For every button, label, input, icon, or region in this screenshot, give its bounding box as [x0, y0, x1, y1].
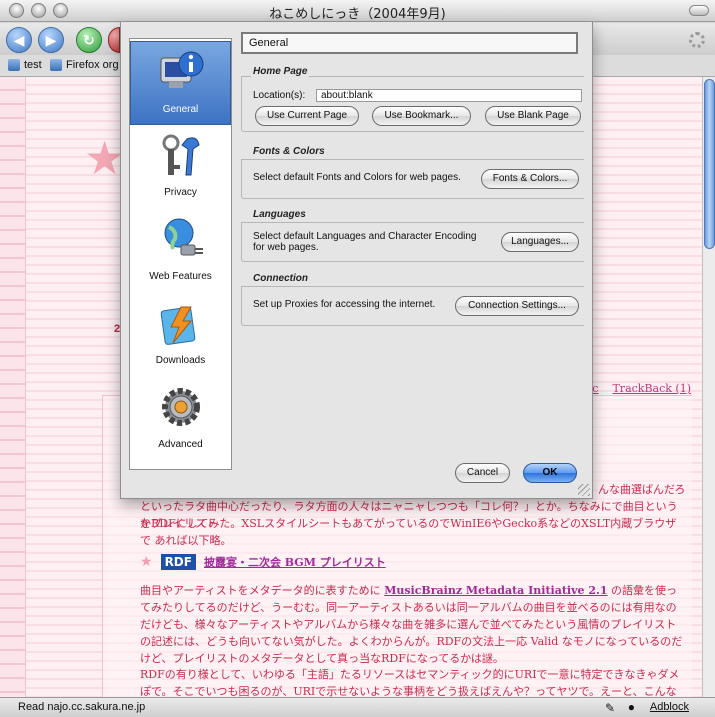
preferences-sheet: General Privacy Web Features Downloads A…	[120, 22, 593, 499]
throbber-icon	[689, 32, 705, 48]
window-title: ねこめしにっき（2004年9月)	[269, 7, 446, 22]
connection-description: Set up Proxies for accessing the interne…	[253, 299, 436, 310]
star-bullet-icon: ★	[140, 553, 153, 569]
connection-group-title: Connection	[251, 273, 310, 284]
forward-arrow-icon: ▶	[45, 31, 57, 48]
homepage-group-title: Home Page	[251, 66, 310, 77]
category-advanced[interactable]: Advanced	[130, 377, 231, 461]
languages-description-2: for web pages.	[253, 242, 319, 253]
adblock-status[interactable]: Adblock	[650, 701, 689, 713]
paragraph-intro-2: をRDFにしてみた。XSLスタイルシートもあてがっているのでWinIE6やGec…	[140, 517, 677, 547]
decorative-rail	[0, 77, 26, 697]
status-text: Read najo.cc.sakura.ne.jp	[18, 701, 146, 713]
reload-button[interactable]: ↻	[76, 27, 102, 53]
paragraph-musicbrainz: 曲目やアーティストをメタデータ的に表すために MusicBrainz Metad…	[140, 584, 683, 665]
use-current-page-button[interactable]: Use Current Page	[255, 106, 359, 126]
trackback-link[interactable]: TrackBack (1)	[612, 382, 691, 395]
rdf-heading: ★ RDF 披露宴・二次会 BGM プレイリスト	[140, 553, 386, 570]
languages-description-1: Select default Languages and Character E…	[253, 231, 477, 242]
bookmark-icon	[50, 59, 62, 71]
category-web-features[interactable]: Web Features	[130, 209, 231, 293]
fonts-description: Select default Fonts and Colors for web …	[253, 172, 461, 183]
panel-title: General	[241, 32, 578, 54]
security-icon[interactable]: ●	[628, 700, 635, 714]
location-label: Location(s):	[253, 90, 306, 101]
cancel-button[interactable]: Cancel	[455, 463, 510, 483]
musicbrainz-link[interactable]: MusicBrainz Metadata Initiative 2.1	[384, 584, 607, 597]
use-bookmark-button[interactable]: Use Bookmark...	[372, 106, 471, 126]
paragraph-fragment: んな曲選ばんだろ	[598, 483, 686, 496]
bookmark-icon	[8, 59, 20, 71]
downloads-icon	[160, 306, 195, 345]
general-icon	[160, 51, 203, 88]
privacy-icon	[162, 134, 200, 176]
languages-button[interactable]: Languages...	[501, 232, 579, 252]
back-button[interactable]: ◀	[6, 27, 32, 53]
vertical-scrollbar[interactable]	[702, 77, 715, 697]
ok-button[interactable]: OK	[523, 463, 577, 483]
fonts-colors-button[interactable]: Fonts & Colors...	[481, 169, 579, 189]
toolbar-toggle-button[interactable]	[689, 5, 709, 16]
rdf-badge: RDF	[160, 553, 196, 570]
use-blank-page-button[interactable]: Use Blank Page	[485, 106, 581, 126]
location-input[interactable]: about:blank	[316, 89, 582, 102]
status-bar: Read najo.cc.sakura.ne.jp ✎ ● Adblock	[0, 697, 715, 717]
category-privacy[interactable]: Privacy	[130, 125, 231, 209]
paragraph-rdf: RDFの有り様として、いわゆる「主語」たるリソースはセマンティック的にURIで一…	[140, 668, 680, 698]
bookmark-firefox-org[interactable]: Firefox org	[50, 59, 119, 71]
stop-button[interactable]	[108, 27, 120, 53]
back-arrow-icon: ◀	[13, 31, 25, 48]
category-list: General Privacy Web Features Downloads A…	[129, 38, 232, 470]
category-downloads[interactable]: Downloads	[130, 293, 231, 377]
bookmark-test[interactable]: test	[8, 59, 42, 71]
category-general[interactable]: General	[130, 41, 231, 125]
feather-icon: ✎	[604, 701, 615, 715]
reload-icon: ↻	[83, 31, 95, 48]
playlist-link[interactable]: 披露宴・二次会 BGM プレイリスト	[204, 554, 386, 570]
fonts-group-title: Fonts & Colors	[251, 146, 327, 157]
window-titlebar: ねこめしにっき（2004年9月)	[0, 0, 715, 22]
entry-links: usic TrackBack (1)	[576, 382, 691, 395]
web-features-icon	[164, 218, 203, 256]
connection-settings-button[interactable]: Connection Settings...	[455, 296, 579, 316]
languages-group-title: Languages	[251, 209, 308, 220]
resize-grip-icon[interactable]	[578, 484, 590, 496]
scroll-thumb[interactable]	[704, 79, 715, 249]
forward-button[interactable]: ▶	[38, 27, 64, 53]
advanced-icon	[161, 388, 200, 426]
